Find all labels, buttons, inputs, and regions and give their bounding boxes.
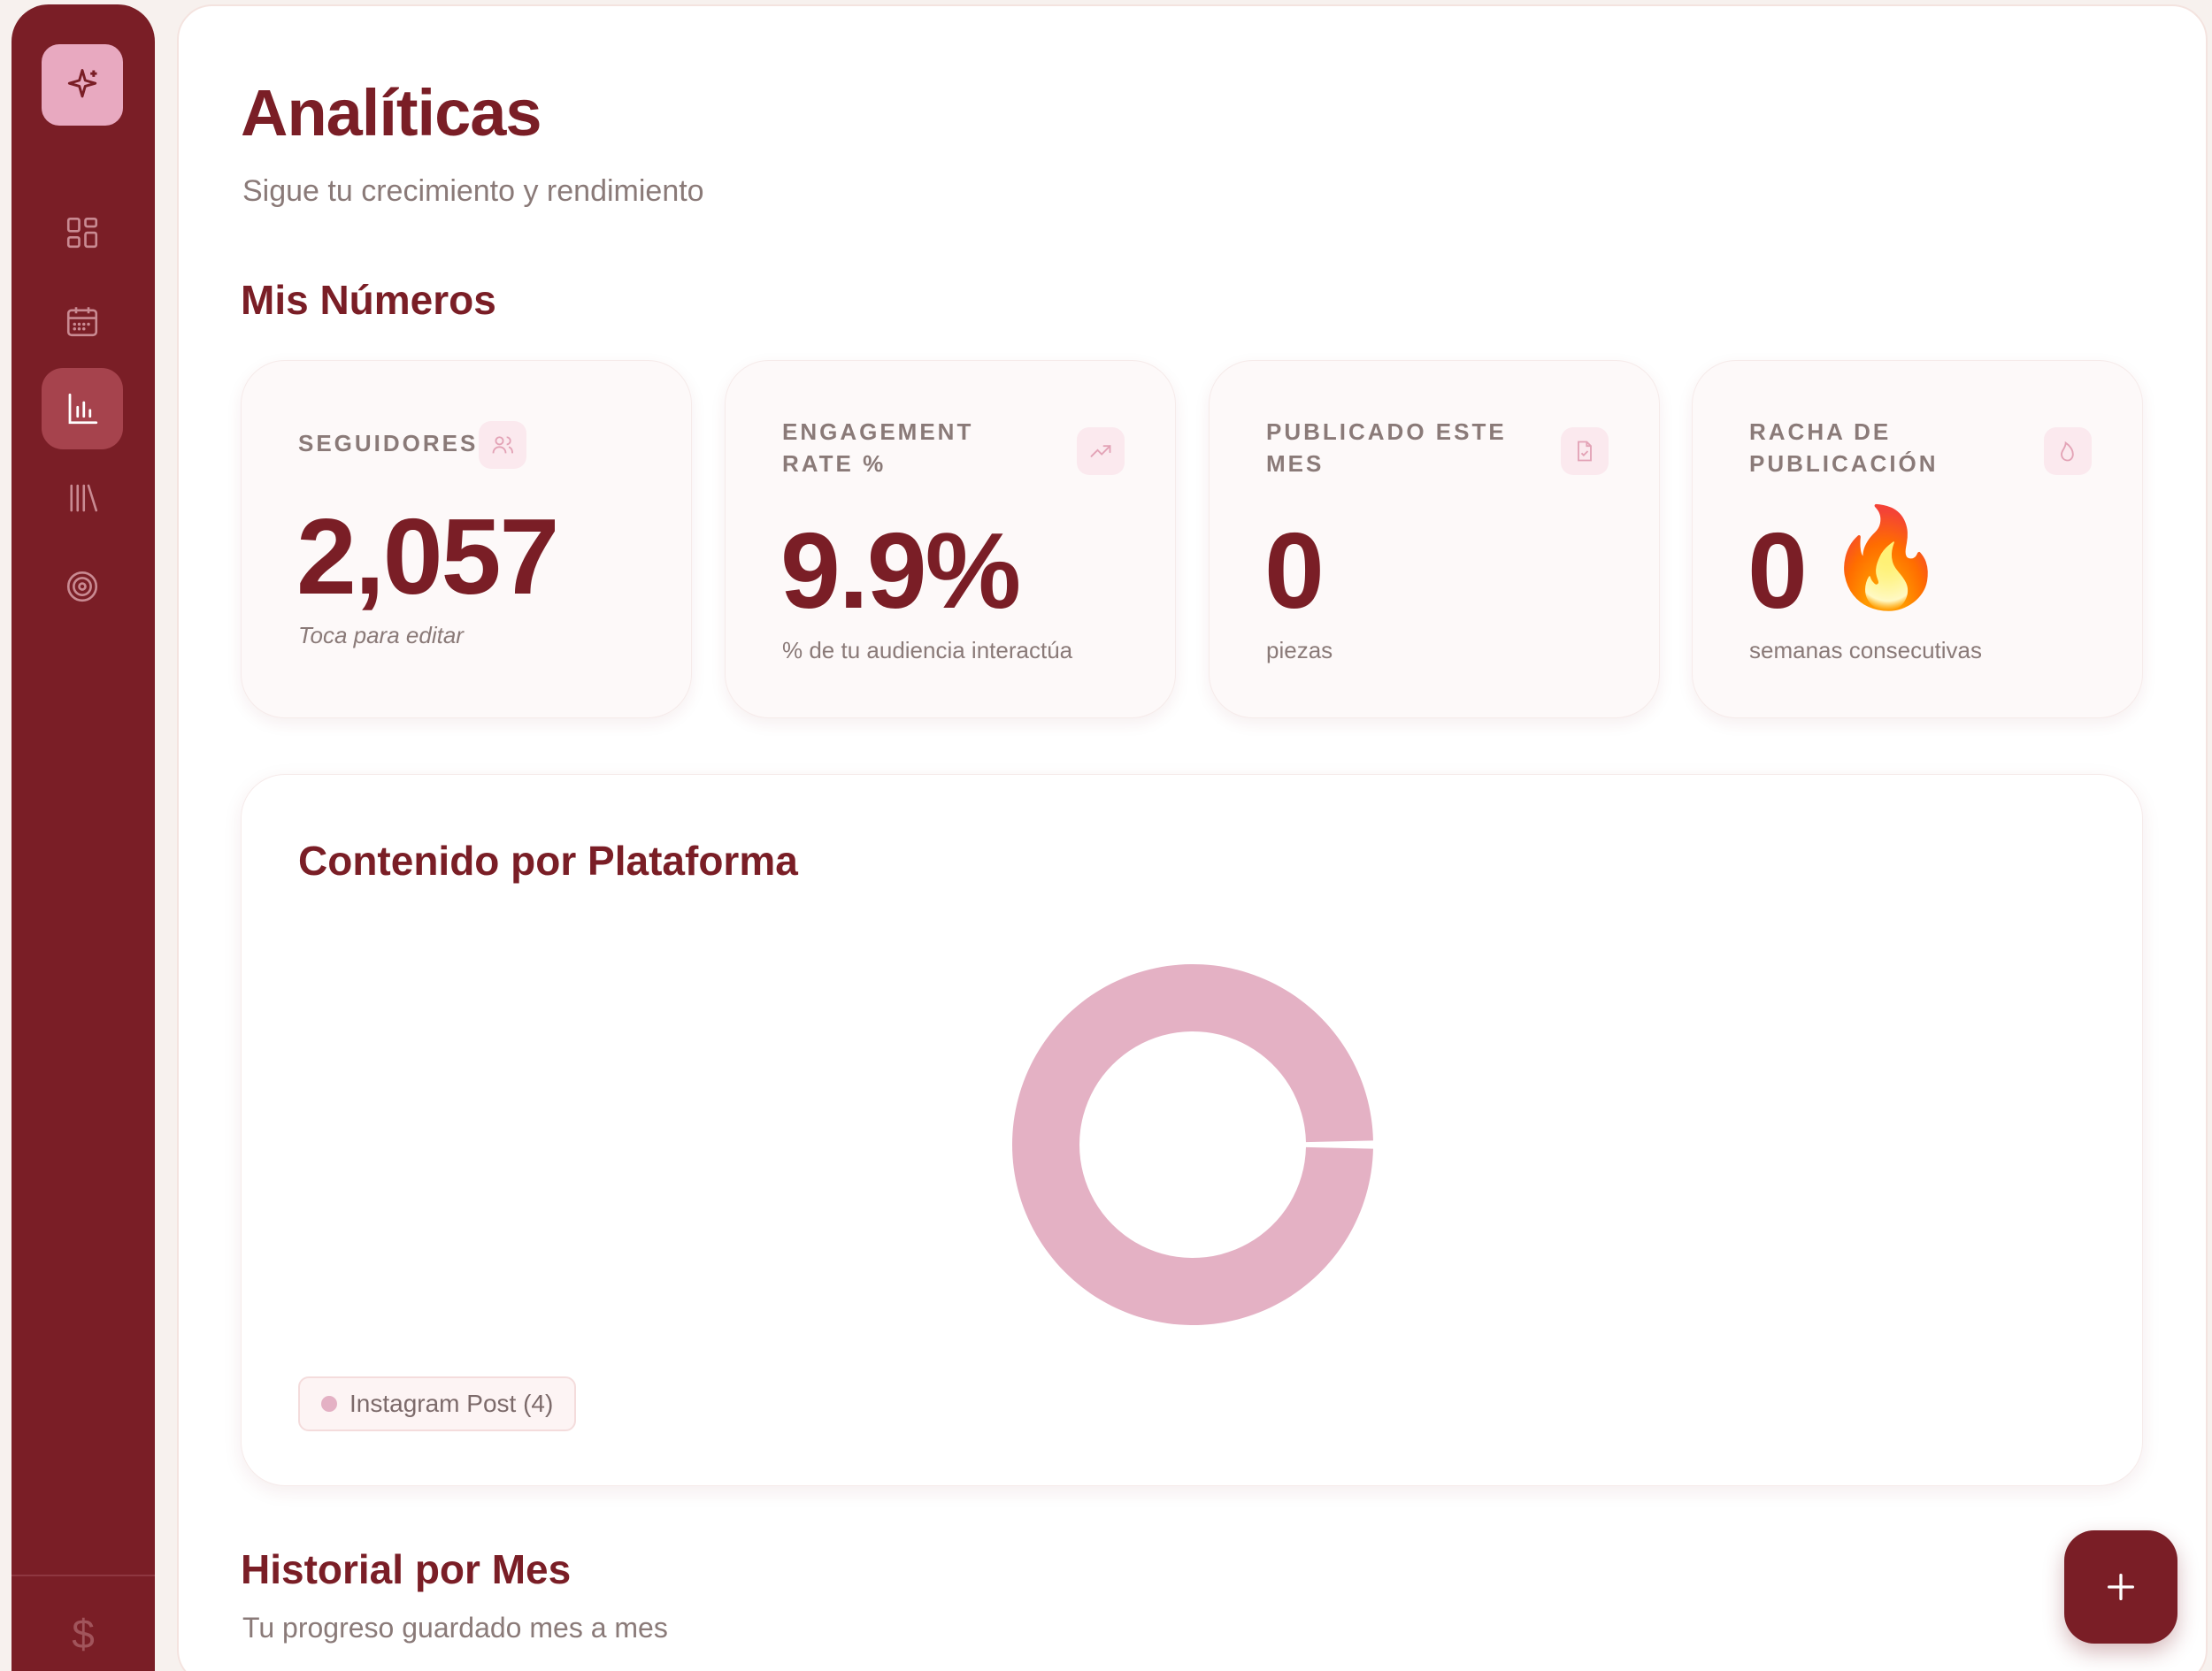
users-icon [479,421,526,469]
stat-card-publicado: PUBLICADO ESTE MES 0 piezas [1209,360,1660,718]
section-title-historial: Historial por Mes [241,1546,572,1592]
section-title-mis-numeros: Mis Números [241,277,496,323]
sidebar-divider [12,1575,155,1576]
trending-up-icon [1077,427,1125,475]
plus-icon [2108,1574,2134,1600]
stat-label: ENGAGEMENT RATE % [782,418,974,477]
stat-hint: Toca para editar [298,622,464,648]
sidebar-item-library[interactable] [42,457,123,539]
calendar-icon [66,307,98,337]
file-check-icon [1561,427,1609,475]
grid-icon [66,217,98,249]
page-subtitle: Sigue tu crecimiento y rendimiento [242,174,704,208]
bar-chart-icon [68,393,98,425]
stat-card-racha: RACHA DE PUBLICACIÓN 0 🔥 semanas consecu… [1692,360,2143,718]
stat-value: 9.9% [780,510,1021,631]
sparkle-icon [67,69,97,98]
sidebar-item-analytics[interactable] [42,368,123,449]
legend-label: Instagram Post (4) [349,1390,554,1417]
platform-chart-card: Contenido por Plataforma Instagram Post … [241,774,2143,1486]
stat-card-seguidores[interactable]: SEGUIDORES 2,057 Toca para editar [241,360,692,718]
stat-card-engagement: ENGAGEMENT RATE % 9.9% % de tu audiencia… [725,360,1176,718]
fire-emoji: 🔥 [1825,503,1947,612]
stat-label: PUBLICADO ESTE MES [1266,418,1507,477]
stat-value: 0 [1264,510,1325,631]
sidebar: $ [12,4,155,1671]
flame-icon [2044,427,2092,475]
legend-dot [321,1396,337,1412]
stat-label: RACHA DE PUBLICACIÓN [1749,418,1939,477]
dollar-icon[interactable]: $ [12,1610,155,1658]
legend-item-instagram[interactable]: Instagram Post (4) [298,1376,577,1431]
sidebar-item-calendar[interactable] [42,280,123,362]
stat-value: 0 [1747,510,1808,631]
add-button[interactable] [2064,1530,2177,1644]
pie-slice-instagram-post[interactable] [1012,964,1373,1325]
stat-caption: piezas [1266,637,1333,663]
sidebar-item-dashboard[interactable] [42,192,123,273]
stat-value[interactable]: 2,057 [296,502,559,610]
sidebar-item-goals[interactable] [42,546,123,627]
stat-caption: semanas consecutivas [1749,637,1983,663]
sparkle-logo-button[interactable] [42,44,123,126]
library-icon [70,484,98,512]
history-subtitle: Tu progreso guardado mes a mes [242,1612,668,1644]
page-title: Analíticas [241,76,542,149]
stat-caption: % de tu audiencia interactúa [782,637,1073,663]
target-icon [66,571,98,602]
main-panel: Analíticas Sigue tu crecimiento y rendim… [177,4,2208,1671]
